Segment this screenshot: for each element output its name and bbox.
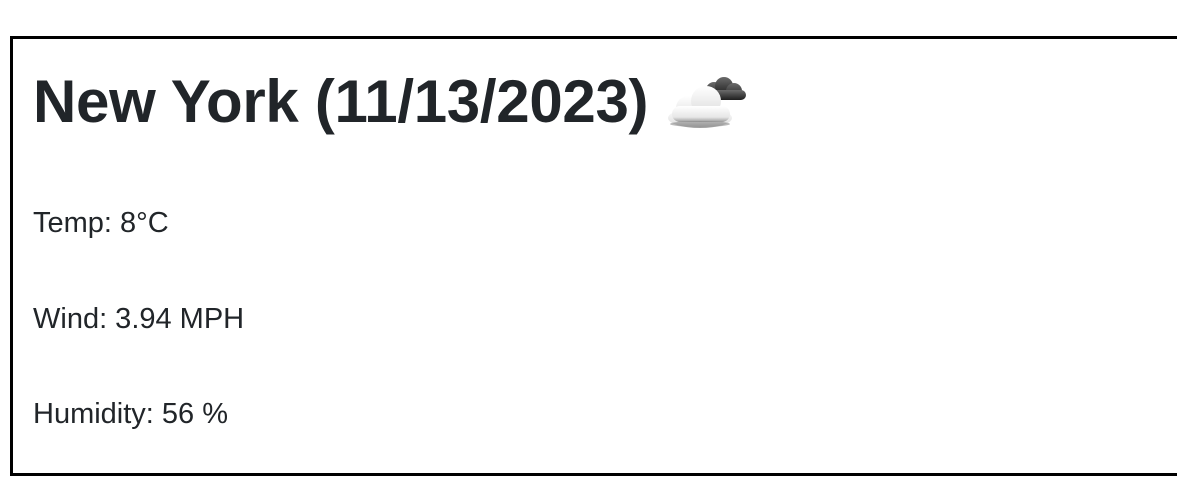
partly-cloudy-icon (664, 74, 750, 130)
wind-text: Wind: 3.94 MPH (33, 303, 245, 335)
city-date-title: New York (11/13/2023) (33, 68, 649, 135)
weather-header: New York (11/13/2023) (33, 67, 750, 137)
current-weather-card: New York (11/13/2023) Temp: 8°C Wind: 3.… (10, 36, 1177, 476)
humidity-text: Humidity: 56 % (33, 398, 229, 430)
temperature-text: Temp: 8°C (33, 207, 169, 239)
